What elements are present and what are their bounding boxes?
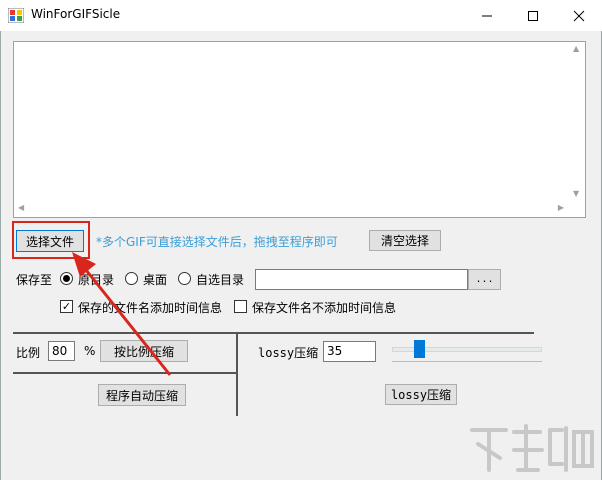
annotation-arrow [72,252,172,376]
watermark-logo [466,420,596,479]
